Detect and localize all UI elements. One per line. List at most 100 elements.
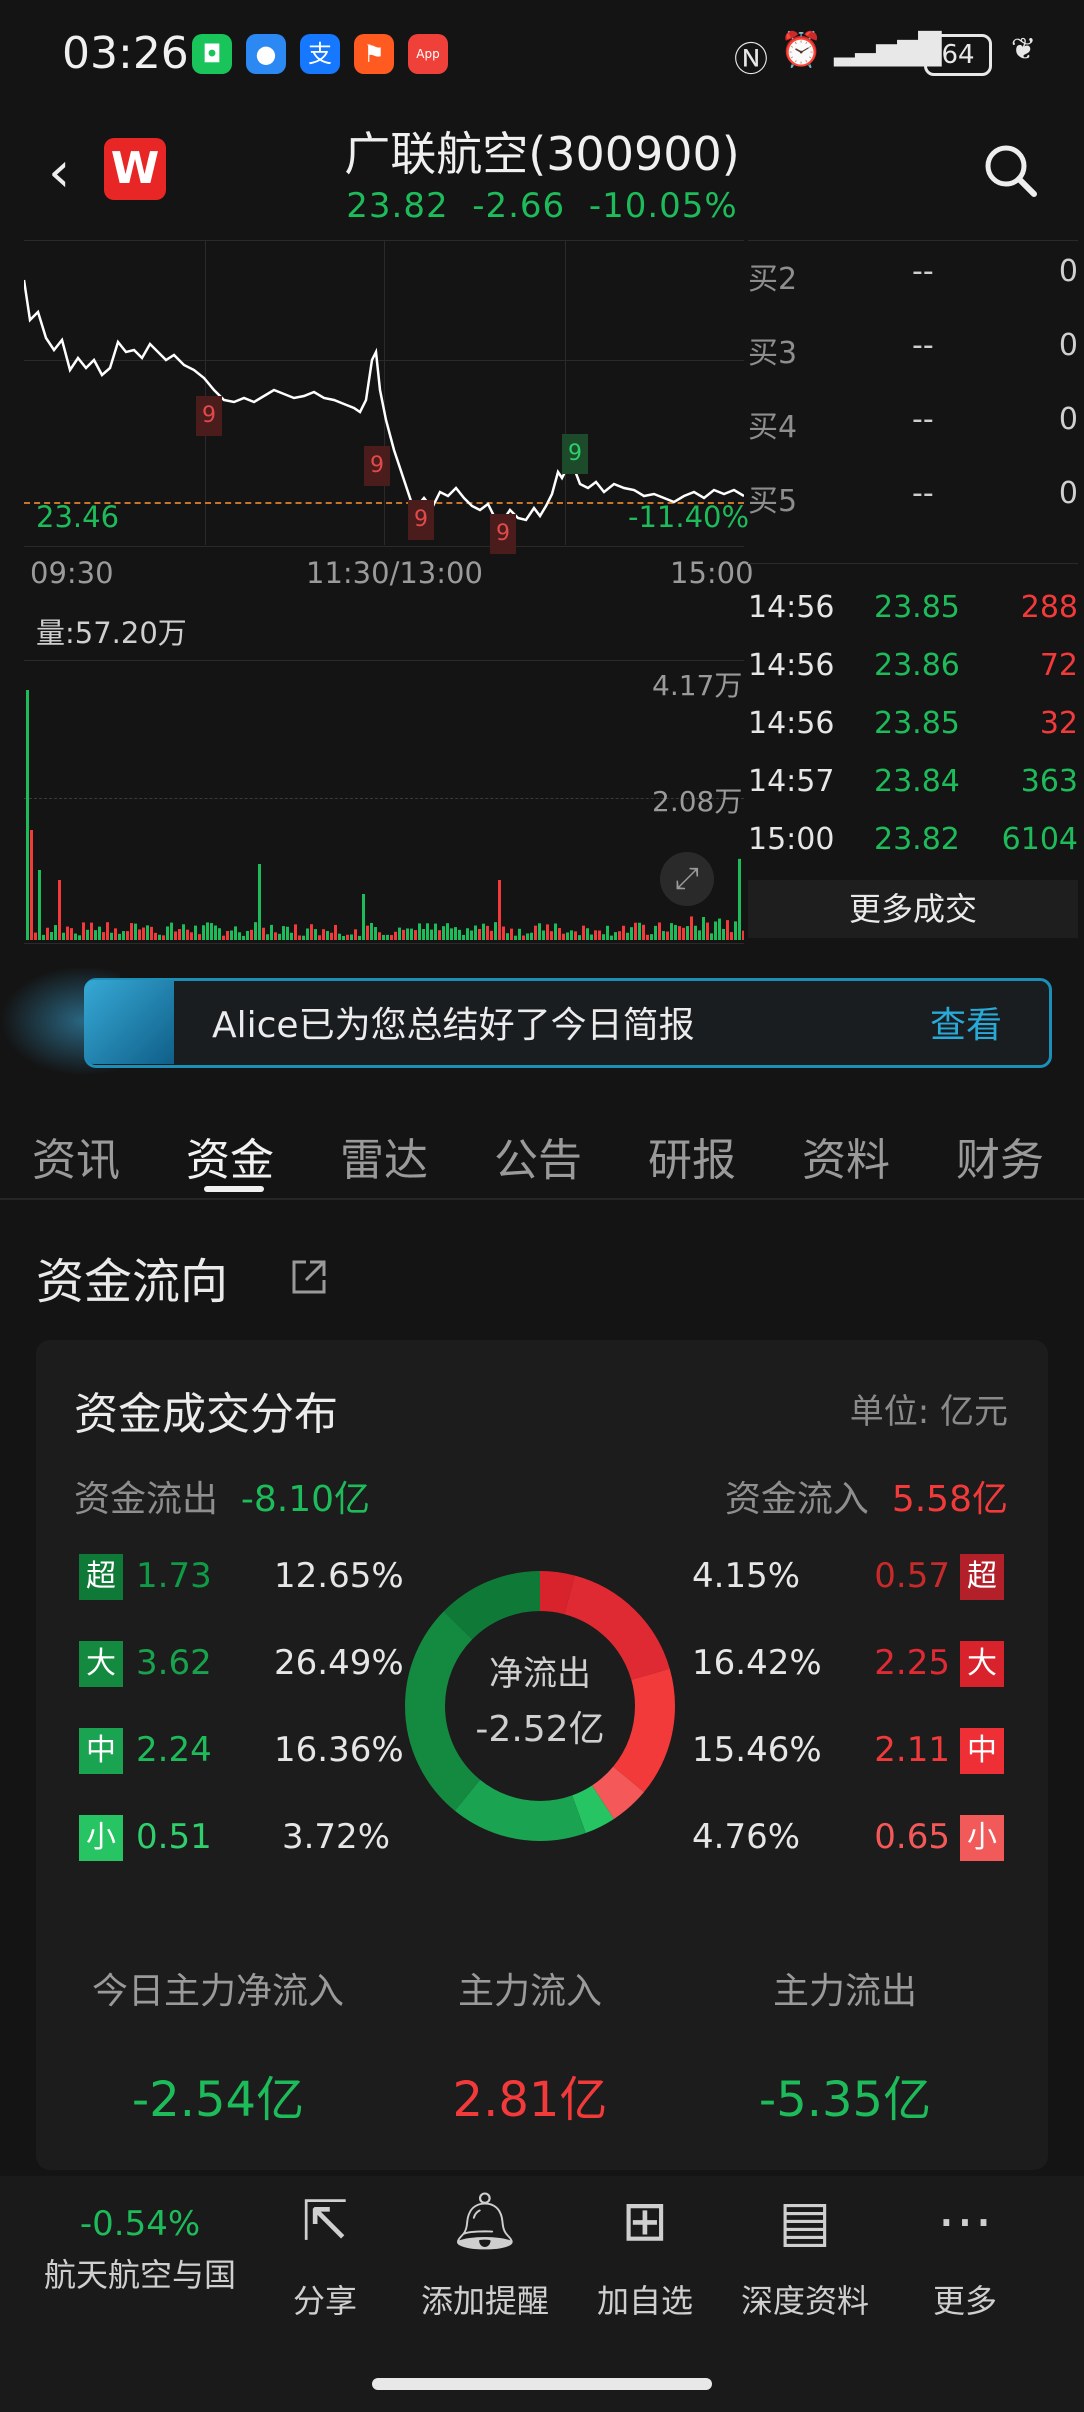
volume-bar <box>66 926 69 940</box>
outflow-value: -8.10亿 <box>240 1479 371 1520</box>
tab-financials[interactable]: 财务 <box>956 1124 1044 1188</box>
deal-row: 14:56 23.86 72 <box>748 648 1078 706</box>
volume-bar <box>306 928 309 940</box>
battery-icon: 64 <box>924 34 992 76</box>
volume-bar <box>526 933 529 940</box>
volume-bar <box>466 928 469 940</box>
deal-price: 23.85 <box>874 706 960 741</box>
ob-volume: 0 <box>1058 254 1078 289</box>
volume-bar <box>634 922 637 940</box>
volume-bar <box>58 880 61 940</box>
volume-bar <box>350 934 353 940</box>
volume-bar <box>518 928 521 940</box>
volume-bar <box>602 934 605 940</box>
inflow-amount: 2.11 <box>874 1730 950 1770</box>
add-alert-button[interactable]: 🔔︎ 添加提醒 <box>410 2190 560 2322</box>
order-book-row: 买5 -- 0 <box>748 476 1078 550</box>
volume-bar <box>710 933 713 940</box>
tab-research[interactable]: 研报 <box>648 1124 736 1188</box>
volume-bar <box>170 922 173 940</box>
add-watchlist-label: 加自选 <box>596 2282 693 2320</box>
volume-bar <box>506 933 509 940</box>
outflow-amount: 2.24 <box>136 1730 212 1770</box>
signal-marker[interactable]: 9 <box>490 514 516 554</box>
volume-bar <box>106 922 109 940</box>
volume-bar <box>246 930 249 940</box>
volume-bar <box>226 930 229 940</box>
banner-view-button[interactable]: 查看 <box>930 996 1002 1048</box>
tab-funds[interactable]: 资金 <box>186 1124 274 1188</box>
signal-marker[interactable]: 9 <box>196 396 222 436</box>
signal-marker[interactable]: 9 <box>562 434 588 474</box>
inflow-label: 资金流入 <box>724 1479 869 1520</box>
inflow-amount: 0.65 <box>874 1817 950 1857</box>
index-name[interactable]: 航天航空与国 <box>20 2250 260 2296</box>
volume-bar <box>110 932 113 940</box>
signal-marker[interactable]: 9 <box>364 446 390 486</box>
outflow-amount: 0.51 <box>136 1817 212 1857</box>
add-watchlist-button[interactable]: ⊞ 加自选 <box>570 2190 720 2322</box>
ob-label: 买5 <box>748 484 798 519</box>
more-button[interactable]: ⋯ 更多 <box>890 2190 1040 2322</box>
main-inflow-value: 2.81亿 <box>452 2072 608 2128</box>
volume-bar <box>150 926 153 940</box>
volume-bar <box>646 934 649 940</box>
volume-bar <box>558 928 561 940</box>
deal-row: 14:56 23.85 288 <box>748 590 1078 648</box>
volume-bar <box>550 931 553 940</box>
volume-bar <box>258 864 261 940</box>
volume-bar <box>210 923 213 940</box>
volume-bar <box>294 924 297 940</box>
deep-data-button[interactable]: ▤ 深度资料 <box>730 2190 880 2322</box>
volume-bar <box>458 929 461 940</box>
volume-bar <box>522 935 525 940</box>
share-button[interactable]: ⇱ 分享 <box>250 2190 400 2322</box>
volume-bar <box>474 925 477 940</box>
volume-bar <box>566 932 569 940</box>
deal-price: 23.84 <box>874 764 960 799</box>
volume-bar <box>670 923 673 940</box>
fund-flow-title: 资金流向 <box>36 1254 229 1310</box>
deal-volume: 363 <box>1020 764 1078 799</box>
external-link-icon[interactable] <box>288 1256 330 1298</box>
volume-bar <box>334 924 337 940</box>
search-icon[interactable] <box>980 140 1040 200</box>
volume-bar <box>346 934 349 940</box>
volume-bar <box>270 924 273 940</box>
stock-quote: 23.82 -2.66 -10.05% <box>0 186 1084 226</box>
volume-bar <box>674 924 677 940</box>
deal-volume: 288 <box>1020 590 1078 625</box>
volume-bar <box>426 923 429 940</box>
volume-bar <box>90 922 93 940</box>
volume-bar <box>554 923 557 940</box>
volume-bar <box>734 921 737 940</box>
volume-bar <box>234 926 237 940</box>
volume-bar <box>230 930 233 940</box>
index-pct[interactable]: -0.54% <box>20 2204 260 2244</box>
volume-bar <box>178 929 181 940</box>
volume-bar <box>362 894 365 940</box>
volume-bar <box>390 935 393 940</box>
home-indicator[interactable] <box>372 2378 712 2390</box>
tab-radar[interactable]: 雷达 <box>340 1124 428 1188</box>
share-label: 分享 <box>292 2282 357 2320</box>
fire-app-icon: ⚑ <box>354 34 394 74</box>
volume-bar <box>726 920 729 940</box>
tab-news[interactable]: 资讯 <box>32 1124 120 1188</box>
pct-low-label: -11.40% <box>628 500 750 534</box>
volume-bar <box>702 917 705 940</box>
tab-announcements[interactable]: 公告 <box>494 1124 582 1188</box>
volume-bar <box>302 935 305 940</box>
inflow-summary: 资金流入 5.58亿 <box>725 1470 1008 1522</box>
volume-bar <box>86 929 89 940</box>
unit-label: 单位: 亿元 <box>849 1392 1008 1432</box>
outflow-badge: 小 <box>79 1815 123 1861</box>
tab-profile[interactable]: 资料 <box>802 1124 890 1188</box>
signal-marker[interactable]: 9 <box>408 500 434 540</box>
volume-bar <box>454 927 457 940</box>
volume-bar <box>330 932 333 940</box>
volume-bar <box>562 933 565 940</box>
more-deals-button[interactable]: 更多成交 <box>748 880 1078 938</box>
volume-bar <box>626 932 629 940</box>
expand-icon[interactable]: ⤢ <box>660 852 714 906</box>
